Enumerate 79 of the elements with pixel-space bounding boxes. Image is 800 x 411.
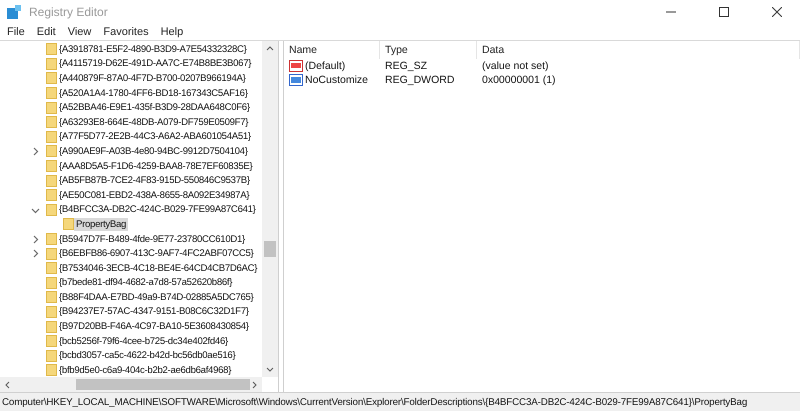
folder-icon: [46, 364, 57, 376]
tree-item[interactable]: {AAA8D5A5-F1D6-4259-BAA8-78E7EF60835E}: [57, 160, 254, 173]
value-data-cell-text: (value not set): [481, 59, 550, 73]
value-name-cell[interactable]: (Default): [284, 59, 380, 73]
folder-icon: [46, 262, 57, 274]
menu-item[interactable]: Help: [156, 26, 188, 38]
tree-item[interactable]: {bcbd3057-ca5c-4622-b42d-bc56db0ae516}: [57, 349, 238, 362]
folder-icon: [46, 43, 57, 56]
tree-item[interactable]: {bcb5256f-79f6-4cee-b725-dc34e402fd46}: [57, 334, 230, 348]
tree-item[interactable]: {b7bede81-df94-4682-a7d8-57a52620b86f}: [57, 276, 234, 290]
tree-item[interactable]: {B6EBFB86-6907-413C-9AF7-4FC2ABF07CC5}: [57, 247, 256, 260]
folder-icon: [46, 130, 57, 143]
folder-icon: [46, 248, 57, 260]
chevron-down-icon[interactable]: [31, 206, 40, 215]
folder-icon: [46, 72, 57, 84]
folder-icon: [46, 174, 57, 187]
column-header[interactable]: Data: [477, 41, 800, 59]
chevron-right-icon[interactable]: [31, 249, 40, 258]
folder-icon: [46, 291, 57, 304]
tree-item[interactable]: {AB5FB87B-7CE2-4F83-915D-550846C9537B}: [57, 174, 252, 188]
tree-item[interactable]: {A77F5D77-2E2B-44C3-A6A2-ABA601054A51}: [57, 130, 253, 144]
menu-item[interactable]: File: [2, 26, 30, 38]
menu-item[interactable]: View: [62, 26, 96, 38]
tree-item[interactable]: {A52BBA46-E9E1-435f-B3D9-28DAA648C0F6}: [57, 101, 252, 114]
folder-icon: [46, 233, 57, 246]
maximize-icon[interactable]: [719, 7, 729, 17]
folder-icon: [46, 276, 57, 289]
scroll-right-icon[interactable]: [252, 380, 258, 388]
app-icon: [6, 4, 22, 20]
folder-icon: [46, 189, 57, 202]
chevron-right-icon[interactable]: [31, 147, 40, 156]
folder-icon: [46, 204, 57, 216]
tree-item[interactable]: {B4BFCC3A-DB2C-424C-B029-7FE99A87C641}: [57, 203, 258, 216]
tree-item[interactable]: {B97D20BB-F46A-4C97-BA10-5E3608430854}: [57, 320, 251, 334]
folder-icon: [46, 145, 57, 158]
status-path: Computer\HKEY_LOCAL_MACHINE\SOFTWARE\Microsoft\Windows\CurrentVersion\Explorer\FolderDescriptions\{B4BFCC3A-DB2C-424C-B029-7FE99A87C641}\PropertyBag: [1, 396, 748, 408]
tree-item[interactable]: {A4115719-D62E-491D-AA7C-E74B8BE3B067}: [57, 57, 254, 70]
value-type-cell-text: REG_SZ: [384, 59, 428, 73]
tree-item[interactable]: {B94237E7-57AC-4347-9151-B08C6C32D1F7}: [57, 305, 251, 318]
scrollbar-thumb[interactable]: [264, 241, 276, 257]
chevron-right-icon[interactable]: [31, 234, 40, 244]
folder-icon: [46, 102, 57, 114]
folder-icon: [46, 335, 57, 348]
folder-icon: [46, 350, 57, 362]
folder-icon: [46, 320, 57, 333]
folder-icon: [46, 116, 57, 128]
column-header[interactable]: Name: [284, 41, 380, 59]
string-value-icon: [289, 60, 303, 72]
horizontal-scrollbar[interactable]: [0, 377, 262, 392]
tree-item[interactable]: PropertyBag: [74, 218, 128, 231]
tree-item[interactable]: {AE50C081-EBD2-438A-8655-8A092E34987A}: [57, 188, 252, 202]
folder-icon: [46, 87, 57, 100]
value-type-cell-text: REG_DWORD: [384, 73, 456, 87]
tree-item[interactable]: {B88F4DAA-E7BD-49a9-B74D-02885A5DC765}: [57, 290, 256, 304]
close-icon[interactable]: [772, 7, 782, 17]
tree-item[interactable]: {bfb9d5e0-c6a9-404c-b2b2-ae6db6af4968}: [57, 364, 234, 377]
scroll-up-icon[interactable]: [266, 45, 274, 51]
folder-icon: [46, 306, 57, 318]
scroll-left-icon[interactable]: [4, 380, 10, 388]
tree-item[interactable]: {A990AE9F-A03B-4e80-94BC-9912D7504104}: [57, 144, 250, 158]
folder-icon: [63, 218, 74, 230]
scroll-down-icon[interactable]: [266, 367, 274, 373]
scrollbar-thumb[interactable]: [76, 379, 250, 390]
tree-item[interactable]: {B5947D7F-B489-4fde-9E77-23780CC610D1}: [57, 232, 247, 246]
tree-item[interactable]: {A440879F-87A0-4F7D-B700-0207B966194A}: [57, 72, 248, 85]
menu-item[interactable]: Favorites: [98, 26, 154, 38]
value-name-cell[interactable]: NoCustomize: [284, 73, 380, 87]
vertical-scrollbar[interactable]: [262, 41, 278, 377]
binary-value-icon: [289, 74, 303, 86]
folder-icon: [46, 160, 57, 172]
tree-item[interactable]: {A63293E8-664E-48DB-A079-DF759E0509F7}: [57, 116, 250, 129]
column-header[interactable]: Type: [380, 41, 477, 59]
value-data-cell-text: 0x00000001 (1): [481, 73, 557, 87]
folder-icon: [46, 58, 57, 70]
menu-item[interactable]: Edit: [32, 26, 61, 38]
tree-item[interactable]: {A520A1A4-1780-4FF6-BD18-167343C5AF16}: [57, 86, 250, 100]
tree-item[interactable]: {A3918781-E5F2-4890-B3D9-A7E54332328C}: [57, 42, 249, 56]
window-title: Registry Editor: [29, 5, 109, 19]
tree-item[interactable]: {B7534046-3ECB-4C18-BE4E-64CD4CB7D6AC}: [57, 262, 260, 275]
